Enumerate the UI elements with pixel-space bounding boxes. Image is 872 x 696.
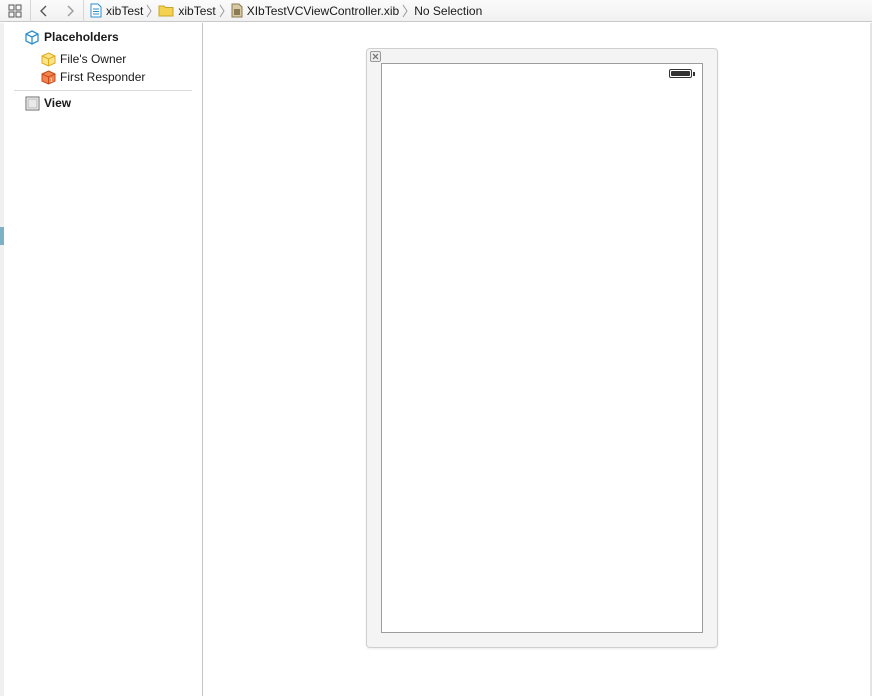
back-button[interactable] (31, 0, 57, 22)
files-owner-label: File's Owner (60, 52, 127, 66)
battery-body (669, 69, 692, 78)
breadcrumb-group[interactable]: xibTest (152, 0, 225, 22)
chevron-left-icon (40, 5, 47, 16)
scene-close-icon[interactable] (370, 51, 381, 62)
document-outline: Placeholders File's Owner 1 First Respon… (4, 23, 203, 696)
outline-divider (14, 90, 192, 91)
jump-bar: xibTest xibTest XIbTestVCViewController.… (0, 0, 872, 22)
chevron-right-icon (67, 5, 74, 16)
first-responder-cube-icon: 1 (40, 69, 56, 85)
breadcrumb-project[interactable]: xibTest (84, 0, 152, 22)
device-root-view[interactable] (381, 63, 703, 633)
battery-tip (693, 71, 695, 76)
first-responder-label: First Responder (60, 70, 146, 84)
battery-fill (671, 71, 690, 76)
outline-placeholders-header[interactable]: Placeholders (24, 28, 119, 46)
forward-button[interactable] (57, 0, 83, 22)
breadcrumb-label: xibTest (178, 3, 216, 18)
view-square-icon (24, 95, 40, 111)
files-owner-cube-icon (40, 51, 56, 67)
svg-text:1: 1 (50, 78, 53, 84)
breadcrumb-label: XIbTestVCViewController.xib (246, 3, 400, 18)
outline-item-view[interactable]: View (24, 94, 71, 112)
xib-file-icon (231, 3, 243, 18)
view-label: View (44, 96, 72, 110)
breadcrumb-label: xibTest (106, 3, 144, 18)
folder-icon (158, 4, 174, 17)
battery-icon (669, 69, 695, 78)
outline-item-files-owner[interactable]: File's Owner (40, 50, 126, 68)
breadcrumb-label: No Selection (414, 3, 483, 18)
project-file-icon (90, 3, 102, 18)
breadcrumb-selection[interactable]: No Selection (408, 0, 482, 22)
breadcrumb-file[interactable]: XIbTestVCViewController.xib (225, 0, 409, 22)
placeholder-cube-icon (24, 29, 40, 45)
related-items-grid-icon[interactable] (0, 0, 30, 22)
outline-item-first-responder[interactable]: 1 First Responder (40, 68, 145, 86)
placeholders-label: Placeholders (44, 30, 119, 44)
